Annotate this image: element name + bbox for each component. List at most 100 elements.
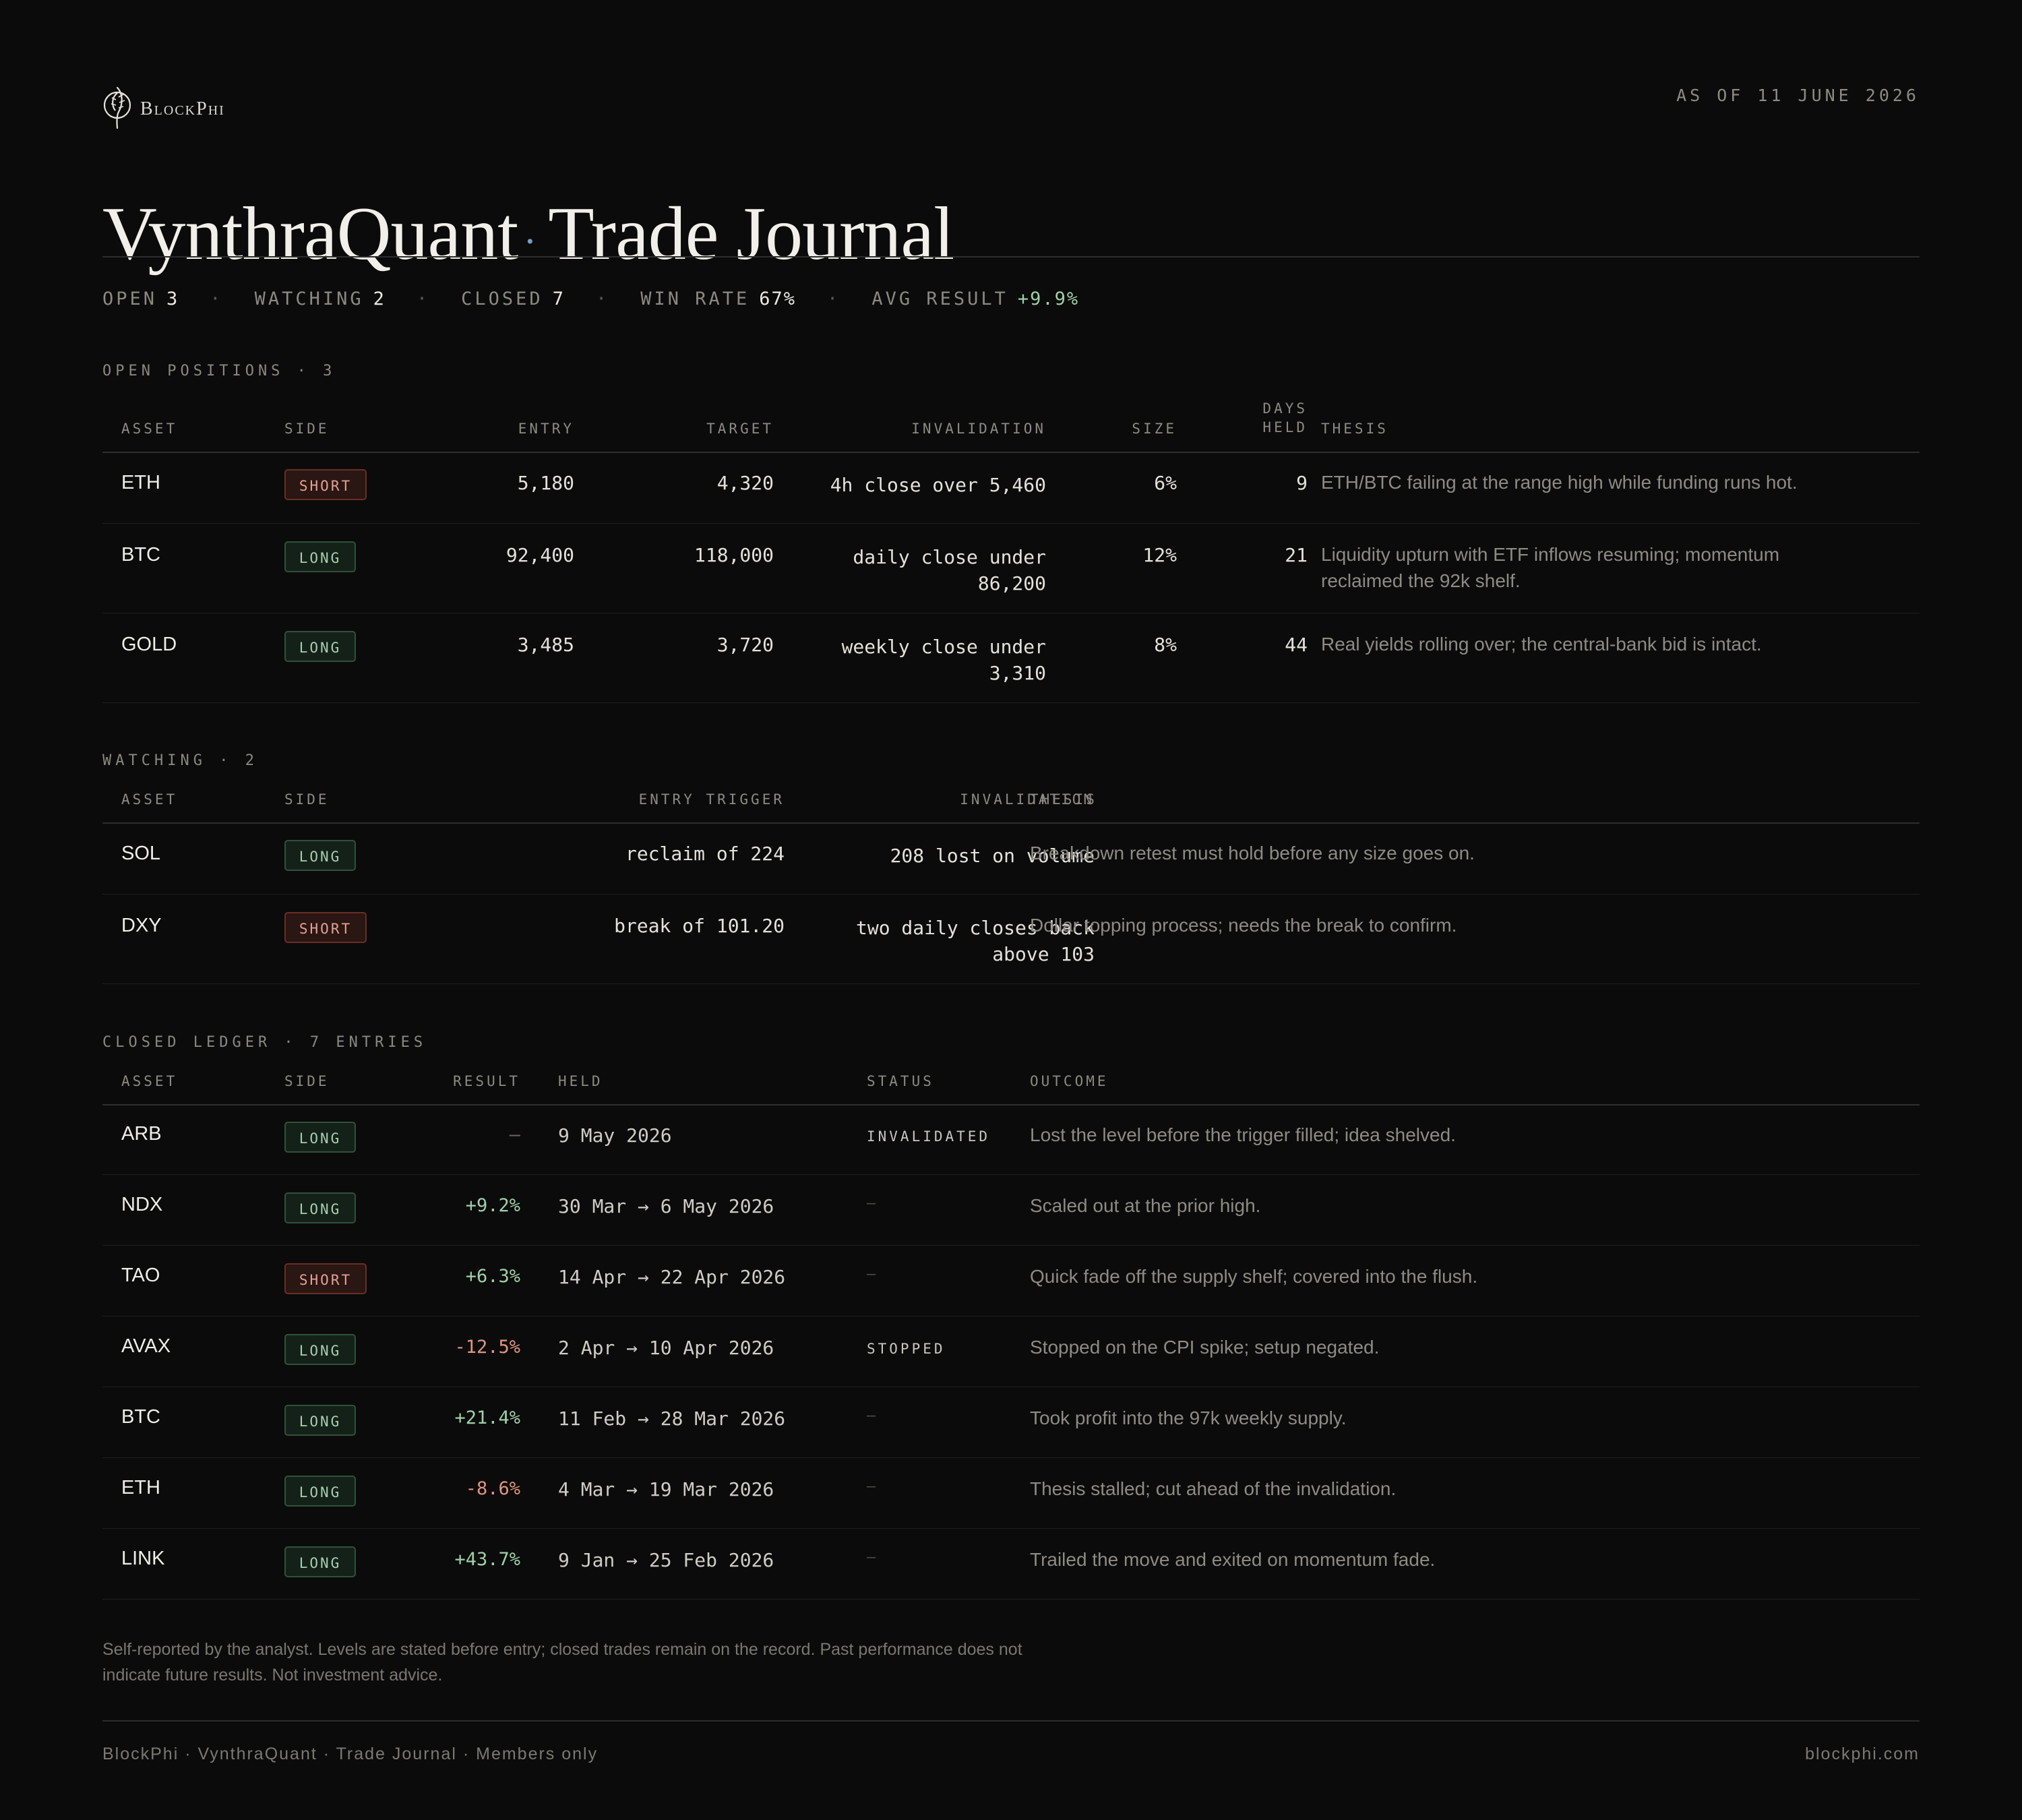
days-held-value: 44 (1285, 634, 1308, 656)
header-divider (102, 256, 1920, 257)
thesis-line: ETH/BTC failing at the range high while … (1321, 472, 1798, 493)
outcome-text: Stopped on the CPI spike; setup negated. (1030, 1337, 1380, 1358)
held-period: 2 Apr → 10 Apr 2026 (558, 1337, 774, 1359)
side-badge: LONG (284, 1192, 356, 1223)
trade-journal-page: BlockPhi AS OF 11 JUNE 2026 VynthraQuant… (0, 0, 2022, 1820)
side-cell: LONG (284, 840, 356, 871)
entry-value: 3,485 (517, 634, 574, 656)
side-badge: LONG (284, 1405, 356, 1436)
result-value: +21.4% (454, 1407, 520, 1428)
closed-ledger-table: ASSET SIDE RESULT HELD STATUS OUTCOME (102, 1061, 1920, 1105)
side-cell: LONG (284, 631, 356, 662)
col-asset: ASSET (121, 421, 178, 437)
table-row[interactable]: GOLD LONG 3,485 3,720 weekly close under 3,31… (102, 613, 1920, 703)
asset-name: GOLD (121, 634, 177, 655)
side-cell: LONG (284, 1122, 356, 1153)
entry-value: 92,400 (506, 544, 574, 566)
status-label: INVALIDATED (867, 1128, 991, 1145)
size-value: 8% (1154, 634, 1177, 656)
invalidation-line: above 103 (992, 943, 1095, 965)
table-row[interactable]: TAO SHORT +6.3% 14 Apr → 22 Apr 2026 – Quick … (102, 1246, 1920, 1316)
brand[interactable]: BlockPhi (102, 84, 225, 134)
table-row[interactable]: AVAX LONG -12.5% 2 Apr → 10 Apr 2026 STOPPED… (102, 1316, 1920, 1387)
table-row[interactable]: BTC LONG +21.4% 11 Feb → 28 Mar 2026 – Took p… (102, 1387, 1920, 1458)
side-badge: LONG (284, 631, 356, 662)
status-label: – (867, 1549, 876, 1566)
col-target: TARGET (706, 421, 774, 437)
col-held: HELD (558, 1073, 603, 1089)
asset-name: ARB (121, 1123, 162, 1145)
status-label: – (867, 1407, 876, 1424)
table-row[interactable]: ARB LONG – 9 May 2026 INVALIDATED Lost the le… (102, 1104, 1920, 1175)
side-cell: SHORT (284, 912, 367, 943)
entry-trigger-value: reclaim of 224 (625, 843, 785, 865)
entry-value: 5,180 (517, 472, 574, 494)
target-value: 118,000 (694, 544, 774, 566)
side-badge: LONG (284, 1334, 356, 1365)
asset-name: AVAX (121, 1335, 171, 1357)
stats-bar: OPEN 3 · WATCHING 2 · CLOSED 7 · WIN RATE 67… (102, 289, 1079, 309)
held-period: 11 Feb → 28 Mar 2026 (558, 1407, 786, 1430)
status-label: STOPPED (867, 1341, 946, 1357)
col-days-held: DAYS HELD (1262, 400, 1308, 435)
asset-name: TAO (121, 1265, 160, 1286)
col-thesis: THESIS (1030, 791, 1097, 808)
footer-link[interactable]: blockphi.com (1805, 1745, 1920, 1764)
days-held-value: 9 (1296, 472, 1308, 494)
result-value: +6.3% (465, 1266, 520, 1287)
side-badge: LONG (284, 1122, 356, 1153)
side-badge: SHORT (284, 912, 367, 943)
held-period: 9 May 2026 (558, 1124, 672, 1147)
closed-ledger-rows: ARB LONG – 9 May 2026 INVALIDATED Lost the le… (102, 1104, 1920, 1600)
table-row[interactable]: DXY SHORT break of 101.20 two daily closes … (102, 894, 1920, 984)
stat-separator: · (595, 289, 610, 309)
stat-win-rate: WIN RATE 67% (640, 289, 797, 309)
target-value: 3,720 (716, 634, 774, 656)
stat-separator: · (827, 289, 841, 309)
asset-name: ETH (121, 1477, 160, 1498)
brand-name: BlockPhi (140, 98, 225, 119)
table-row[interactable]: BTC LONG 92,400 118,000 daily close under 86,… (102, 524, 1920, 613)
col-result: RESULT (453, 1073, 520, 1089)
disclaimer-line-2: indicate future results. Not investment … (102, 1666, 443, 1685)
footer-divider (102, 1720, 1920, 1722)
side-cell: SHORT (284, 469, 367, 500)
table-header: ASSET SIDE ENTRY TARGET INVALIDATION SIZ… (102, 390, 1920, 453)
thesis-text: Breakdown retest must hold before any si… (1030, 843, 1475, 863)
open-positions-label: OPEN POSITIONS · 3 (102, 363, 336, 380)
asset-name: ETH (121, 472, 160, 493)
table-row[interactable]: LINK LONG +43.7% 9 Jan → 25 Feb 2026 – Traile… (102, 1529, 1920, 1600)
col-entry: ENTRY (518, 421, 574, 437)
result-value: -8.6% (465, 1478, 520, 1499)
side-cell: LONG (284, 1476, 356, 1507)
invalidation-line: weekly close under (841, 636, 1046, 658)
outcome-text: Thesis stalled; cut ahead of the invalid… (1030, 1478, 1397, 1499)
table-row[interactable]: NDX LONG +9.2% 30 Mar → 6 May 2026 – Scaled o… (102, 1175, 1920, 1246)
title-sub: Trade Journal (548, 192, 954, 276)
side-badge: LONG (284, 1476, 356, 1507)
status-label: – (867, 1195, 876, 1212)
entry-trigger-value: break of 101.20 (614, 915, 785, 937)
thesis-text: Liquidity upturn with ETF inflows resumi… (1321, 541, 1914, 594)
invalidation-line: daily close under (853, 546, 1046, 568)
watching-label: WATCHING · 2 (102, 752, 258, 769)
held-period: 4 Mar → 19 Mar 2026 (558, 1478, 774, 1500)
table-header: ASSET SIDE RESULT HELD STATUS OUTCOME (102, 1061, 1920, 1105)
outcome-text: Lost the level before the trigger filled… (1030, 1124, 1456, 1145)
closed-ledger-label: CLOSED LEDGER · 7 ENTRIES (102, 1034, 427, 1051)
thesis-line: Real yields rolling over; the central-ba… (1321, 634, 1762, 655)
col-size: SIZE (1132, 421, 1177, 437)
thesis-text: ETH/BTC failing at the range high while … (1321, 469, 1914, 495)
thesis-line: reclaimed the 92k shelf. (1321, 570, 1521, 591)
asset-name: NDX (121, 1194, 163, 1215)
table-row[interactable]: ETH SHORT 5,180 4,320 4h close over 5,460 6% 9… (102, 452, 1920, 524)
col-asset: ASSET (121, 1073, 178, 1089)
col-outcome: OUTCOME (1030, 1073, 1109, 1089)
table-row[interactable]: ETH LONG -8.6% 4 Mar → 19 Mar 2026 – Thesis s… (102, 1458, 1920, 1529)
stat-watching: WATCHING 2 (254, 289, 386, 309)
held-period: 30 Mar → 6 May 2026 (558, 1195, 774, 1217)
asset-name: BTC (121, 1406, 160, 1428)
table-row[interactable]: SOL LONG reclaim of 224 208 lost on volume B… (102, 822, 1920, 894)
side-cell: SHORT (284, 1263, 367, 1294)
col-side: SIDE (284, 421, 330, 437)
